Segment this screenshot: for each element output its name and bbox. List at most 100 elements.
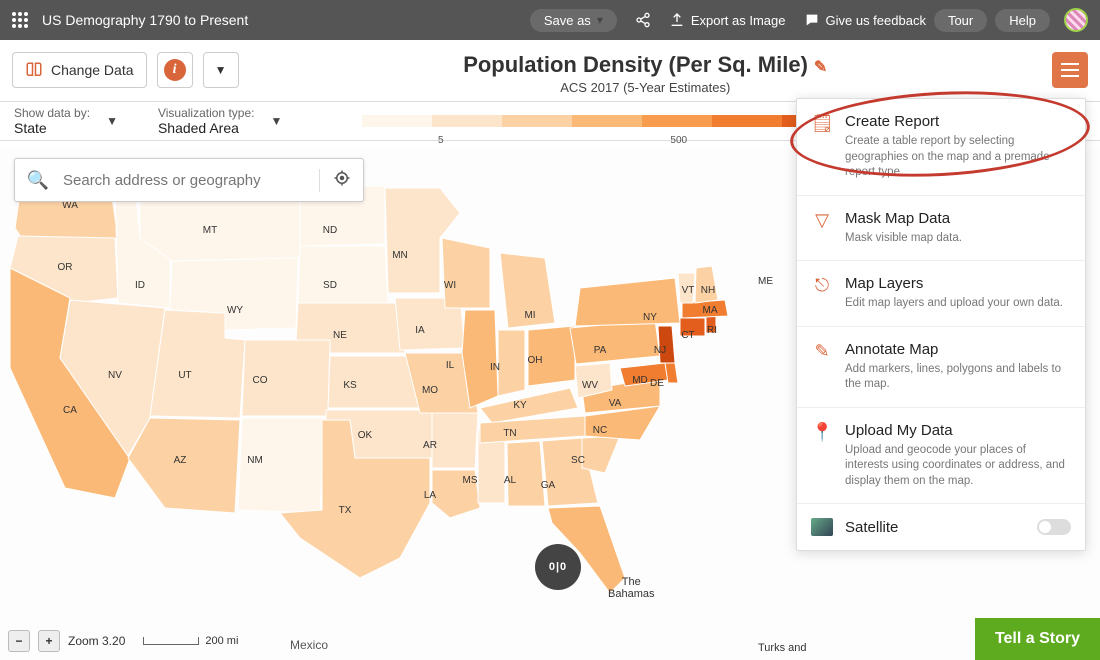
state-NY[interactable] xyxy=(575,278,680,326)
state-label-TN: TN xyxy=(503,428,516,439)
layers-icon: ⎋ xyxy=(811,275,833,312)
state-label-WV: WV xyxy=(582,380,598,391)
state-label-NV: NV xyxy=(108,370,122,381)
show-by-select[interactable]: Show data by:State ▼ xyxy=(14,106,118,136)
state-label-CO: CO xyxy=(253,375,268,386)
state-label-WI: WI xyxy=(444,280,456,291)
user-avatar[interactable] xyxy=(1064,8,1088,32)
mask-icon: ▽ xyxy=(811,210,833,247)
state-SC[interactable] xyxy=(582,436,620,473)
map-title: Population Density (Per Sq. Mile) xyxy=(463,52,808,77)
save-as-button[interactable]: Save as▾ xyxy=(530,9,617,32)
panel-item-mask-map-data[interactable]: ▽ Mask Map Data Mask visible map data. xyxy=(797,196,1085,262)
search-input[interactable] xyxy=(61,171,319,190)
show-by-label: Show data by: xyxy=(14,106,90,120)
panel-toggle-button[interactable] xyxy=(1052,52,1088,88)
state-label-ID: ID xyxy=(135,280,145,291)
state-label-GA: GA xyxy=(541,480,556,491)
doc-title: US Demography 1790 to Present xyxy=(42,12,248,28)
panel-item-desc: Upload and geocode your places of intere… xyxy=(845,443,1071,490)
state-label-SD: SD xyxy=(323,280,337,291)
book-icon xyxy=(25,61,43,79)
caret-down-icon: ▼ xyxy=(215,63,227,77)
panel-item-annotate-map[interactable]: ✎Annotate MapAdd markers, lines, polygon… xyxy=(797,327,1085,408)
state-label-OR: OR xyxy=(58,262,73,273)
change-data-button[interactable]: Change Data xyxy=(12,52,147,88)
state-label-DE: DE xyxy=(650,378,664,389)
tell-a-story-button[interactable]: Tell a Story xyxy=(975,618,1100,660)
top-bar: US Demography 1790 to Present Save as▾ E… xyxy=(0,0,1100,40)
map-subtitle: ACS 2017 (5-Year Estimates) xyxy=(249,80,1042,95)
state-label-NH: NH xyxy=(701,285,715,296)
state-AL[interactable] xyxy=(507,441,545,506)
zoom-bar: − + Zoom 3.20 200 mi xyxy=(8,630,238,652)
info-button[interactable]: i xyxy=(157,52,193,88)
tour-button[interactable]: Tour xyxy=(934,9,987,32)
panel-item-create-report[interactable]: 🗒Create ReportCreate a table report by s… xyxy=(797,99,1085,196)
upload-icon: 📍 xyxy=(811,422,833,490)
chevron-down-icon: ▼ xyxy=(106,114,118,128)
viz-type-select[interactable]: Visualization type:Shaded Area ▼ xyxy=(158,106,282,136)
panel-item-title: Mask Map Data xyxy=(845,210,1071,227)
state-label-KY: KY xyxy=(513,400,527,411)
state-PA[interactable] xyxy=(570,320,660,364)
map-label-mexico: Mexico xyxy=(290,638,328,652)
panel-item-upload-my-data[interactable]: 📍Upload My DataUpload and geocode your p… xyxy=(797,408,1085,505)
state-label-MT: MT xyxy=(203,225,217,236)
feedback-button[interactable]: Give us feedback xyxy=(804,12,926,28)
locate-button[interactable] xyxy=(319,169,363,192)
panel-item-title: Annotate Map xyxy=(845,341,1071,358)
state-label-OH: OH xyxy=(528,355,543,366)
zoom-in-button[interactable]: + xyxy=(38,630,60,652)
panel-item-desc: Add markers, lines, polygons and labels … xyxy=(845,362,1071,393)
chevron-down-icon: ▾ xyxy=(597,13,603,27)
state-label-NY: NY xyxy=(643,312,657,323)
apps-icon[interactable] xyxy=(12,12,28,28)
state-label-NC: NC xyxy=(593,425,607,436)
state-KS[interactable] xyxy=(328,356,420,408)
state-label-NJ: NJ xyxy=(654,345,666,356)
edit-title-icon[interactable]: ✎ xyxy=(814,59,827,76)
state-label-AR: AR xyxy=(423,440,437,451)
tools-panel: 🗒Create ReportCreate a table report by s… xyxy=(796,98,1086,551)
state-label-MO: MO xyxy=(422,385,438,396)
share-button[interactable] xyxy=(635,12,651,28)
state-label-LA: LA xyxy=(424,490,437,501)
us-map-svg[interactable]: WAORCAIDNVUTAZMTWYCONMNDSDNEKSOKTXMNIAMO… xyxy=(0,158,800,628)
state-IL[interactable] xyxy=(462,310,498,408)
state-WI[interactable] xyxy=(442,238,490,308)
state-label-VT: VT xyxy=(682,285,695,296)
viz-value: Shaded Area xyxy=(158,120,255,136)
state-label-IA: IA xyxy=(415,325,425,336)
state-label-MD: MD xyxy=(632,375,648,386)
map-label-turks: Turks and xyxy=(758,642,807,654)
panel-item-desc: Edit map layers and upload your own data… xyxy=(845,296,1071,312)
share-icon xyxy=(635,12,651,28)
panel-item-title: Satellite xyxy=(845,519,1025,536)
compare-button[interactable]: 0|0 xyxy=(535,544,581,590)
zoom-out-button[interactable]: − xyxy=(8,630,30,652)
state-AR[interactable] xyxy=(432,413,478,468)
show-by-value: State xyxy=(14,120,90,136)
dropdown-button[interactable]: ▼ xyxy=(203,52,239,88)
report-icon: 🗒 xyxy=(811,113,833,181)
panel-item-desc: Mask visible map data. xyxy=(845,231,1071,247)
state-IN[interactable] xyxy=(498,330,525,396)
chevron-down-icon: ▼ xyxy=(270,114,282,128)
state-label-MI: MI xyxy=(524,310,535,321)
panel-item-satellite[interactable]: Satellite xyxy=(797,504,1085,550)
export-button[interactable]: Export as Image xyxy=(669,12,786,28)
state-label-VA: VA xyxy=(609,398,622,409)
satellite-toggle[interactable] xyxy=(1037,519,1071,535)
change-data-label: Change Data xyxy=(51,62,134,78)
title-area: Population Density (Per Sq. Mile) ✎ ACS 2… xyxy=(249,52,1042,95)
state-SD[interactable] xyxy=(298,246,388,303)
state-label-WY: WY xyxy=(227,305,243,316)
help-button[interactable]: Help xyxy=(995,9,1050,32)
satellite-icon xyxy=(811,518,833,536)
state-label-MA: MA xyxy=(703,305,718,316)
panel-item-map-layers[interactable]: ⎋Map LayersEdit map layers and upload yo… xyxy=(797,261,1085,327)
scale-bar: 200 mi xyxy=(143,635,238,647)
hamburger-icon xyxy=(1061,63,1079,77)
state-label-MS: MS xyxy=(463,475,478,486)
